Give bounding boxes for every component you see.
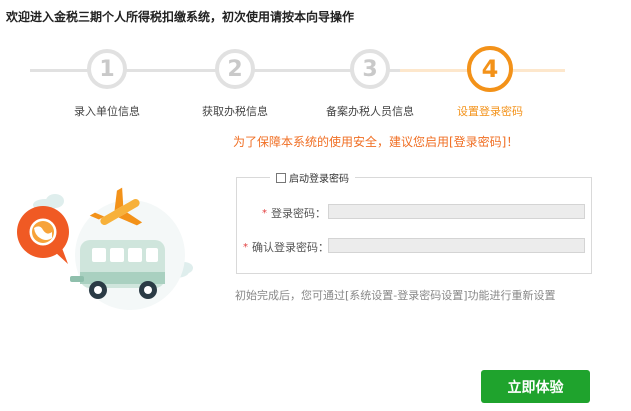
password-label: 登录密码： [271,207,326,220]
required-mark: * [262,207,267,219]
confirm-row: * 确认登录密码： [243,239,329,255]
start-experience-button[interactable]: 立即体验 [481,370,590,403]
travel-illustration [17,187,193,310]
password-fieldset [236,177,592,274]
step-3-label: 备案办税人员信息 [326,105,414,118]
step-4-label: 设置登录密码 [457,105,523,118]
security-notice: 为了保障本系统的使用安全，建议您启用[登录密码]！ [233,135,519,149]
password-input[interactable] [328,204,585,219]
required-mark: * [243,241,248,253]
step-4-circle: 4 [467,46,513,92]
step-2-circle: 2 [215,49,255,89]
enable-password-checkbox[interactable] [276,172,286,183]
step-1-label: 录入单位信息 [74,105,140,118]
enable-password-toggle[interactable]: 启动登录密码 [270,170,355,185]
step-2-label: 获取办税信息 [202,105,268,118]
wizard-title: 欢迎进入金税三期个人所得税扣缴系统，初次使用请按本向导操作 [6,10,355,24]
step-3-circle: 3 [350,49,390,89]
step-1-circle: 1 [87,49,127,89]
password-row: * 登录密码： [262,205,326,221]
enable-password-label: 启动登录密码 [289,174,349,185]
confirm-password-input[interactable] [328,238,585,253]
reset-hint: 初始完成后，您可通过[系统设置-登录密码设置]功能进行重新设置 [235,289,556,302]
globe-bubble-icon [17,206,69,264]
confirm-password-label: 确认登录密码： [252,241,329,254]
